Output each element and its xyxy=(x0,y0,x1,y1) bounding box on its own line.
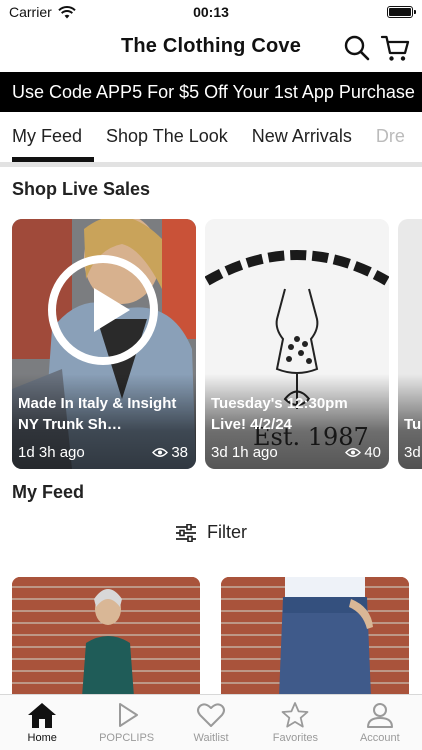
promo-banner[interactable]: Use Code APP5 For $5 Off Your 1st App Pu… xyxy=(0,72,422,112)
live-sale-title: Made In Italy & Insight NY Trunk Sh… xyxy=(18,395,177,433)
live-sale-title: Tuesday's 12:30pm Live! 4/2/24 xyxy=(211,395,348,433)
feed-post-card[interactable] xyxy=(221,577,409,697)
live-sale-meta: 3d xyxy=(404,444,422,461)
tab-my-feed[interactable]: My Feed xyxy=(0,114,95,162)
bottom-tab-bar: Home POPCLIPS Waitlist Favorites Account xyxy=(0,694,422,750)
app-header: The Clothing Cove xyxy=(0,28,422,68)
filter-sliders-icon xyxy=(176,523,196,542)
live-sale-time: 1d 3h ago xyxy=(18,444,85,461)
eye-icon xyxy=(345,448,362,457)
play-icon xyxy=(118,703,138,727)
status-time: 00:13 xyxy=(193,4,229,20)
live-sale-time: 3d 1h ago xyxy=(211,444,278,461)
tab-label: POPCLIPS xyxy=(99,732,155,744)
account-icon xyxy=(366,703,393,728)
tab-label: Home xyxy=(27,732,57,744)
live-sale-card[interactable]: Est. 1987 Tuesday's 12:30pm Live! 4/2/24… xyxy=(205,219,389,469)
feed-post-card[interactable] xyxy=(12,577,200,697)
search-icon[interactable] xyxy=(342,33,372,63)
live-sales-carousel[interactable]: Made In Italy & Insight NY Trunk Sh… 1d … xyxy=(12,219,422,469)
tab-popclips[interactable]: POPCLIPS xyxy=(84,695,168,750)
tab-new-arrivals[interactable]: New Arrivals xyxy=(240,114,364,162)
feed-post-image xyxy=(221,577,409,697)
view-count-value: 38 xyxy=(171,444,188,461)
home-icon xyxy=(28,703,57,728)
live-sale-meta: 1d 3h ago 38 xyxy=(18,444,188,461)
feed-tabs: My Feed Shop The Look New Arrivals Dre xyxy=(0,114,422,164)
tab-waitlist[interactable]: Waitlist xyxy=(169,695,253,750)
tab-dresses[interactable]: Dre xyxy=(364,114,417,162)
feed-post-image xyxy=(12,577,200,697)
tab-favorites[interactable]: Favorites xyxy=(253,695,337,750)
live-sale-title: Tu Liv xyxy=(404,416,422,433)
view-count: 38 xyxy=(152,444,188,461)
filter-button[interactable]: Filter xyxy=(0,522,422,543)
cart-icon[interactable] xyxy=(380,33,410,63)
view-count-value: 40 xyxy=(364,444,381,461)
live-sale-card[interactable]: Made In Italy & Insight NY Trunk Sh… 1d … xyxy=(12,219,196,469)
promo-text: Use Code APP5 For $5 Off Your 1st App Pu… xyxy=(12,81,415,102)
filter-label: Filter xyxy=(207,522,247,542)
battery-icon xyxy=(387,6,416,18)
view-count: 40 xyxy=(345,444,381,461)
play-icon[interactable] xyxy=(48,255,158,365)
live-sale-card[interactable]: Tu Liv 3d xyxy=(398,219,422,469)
eye-icon xyxy=(152,448,169,457)
tab-account[interactable]: Account xyxy=(338,695,422,750)
status-bar: Carrier 00:13 xyxy=(0,0,422,26)
live-sale-time: 3d xyxy=(404,444,421,461)
tab-label: Account xyxy=(359,732,400,744)
tab-label: Favorites xyxy=(272,732,319,744)
star-icon xyxy=(282,702,309,728)
tab-home[interactable]: Home xyxy=(0,695,84,750)
tab-shop-the-look[interactable]: Shop The Look xyxy=(94,114,240,162)
live-sales-heading: Shop Live Sales xyxy=(12,179,151,199)
tab-label: Waitlist xyxy=(193,732,229,744)
heart-icon xyxy=(197,703,226,727)
my-feed-heading: My Feed xyxy=(12,482,85,502)
tabs-divider xyxy=(0,162,422,167)
live-sale-meta: 3d 1h ago 40 xyxy=(211,444,381,461)
